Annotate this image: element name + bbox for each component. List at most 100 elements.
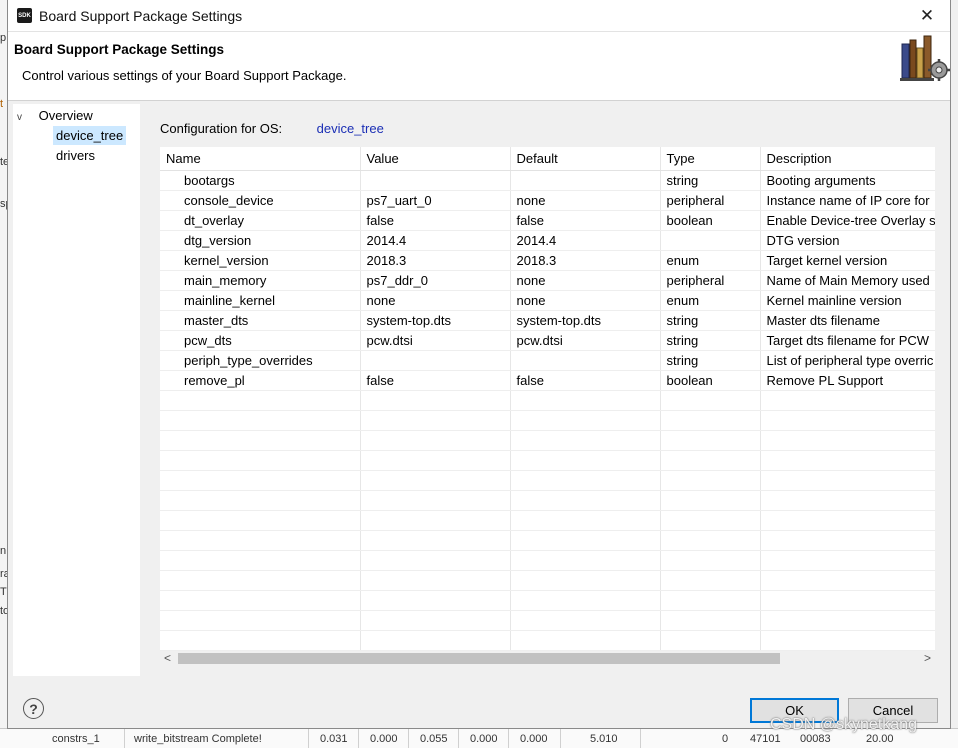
empty-cell — [510, 410, 661, 431]
table-row[interactable]: dtg_version 2014.4 2014.4 DTG version — [160, 230, 935, 251]
column-header-value[interactable]: Value — [360, 147, 511, 171]
column-header-name[interactable]: Name — [160, 147, 361, 171]
cell-value[interactable]: ps7_ddr_0 — [360, 270, 511, 291]
table-row[interactable]: mainline_kernel none none enum Kernel mainli… — [160, 290, 935, 311]
empty-cell — [510, 510, 661, 531]
cell-type: peripheral — [660, 190, 761, 211]
empty-cell — [660, 570, 761, 591]
cell-description: Master dts filename — [760, 310, 935, 331]
empty-cell — [360, 410, 511, 431]
empty-cell — [660, 410, 761, 431]
cell-name: console_device — [160, 190, 361, 211]
empty-cell — [360, 450, 511, 471]
cell-value[interactable]: ps7_uart_0 — [360, 190, 511, 211]
table-row[interactable]: bootargs string Booting arguments — [160, 170, 935, 191]
bg-cell: 5.010 — [590, 733, 618, 745]
cell-value[interactable] — [360, 350, 511, 371]
cell-name: mainline_kernel — [160, 290, 361, 311]
cell-value[interactable]: pcw.dtsi — [360, 330, 511, 351]
cell-value[interactable]: 2014.4 — [360, 230, 511, 251]
cell-default: none — [510, 290, 661, 311]
empty-cell — [760, 410, 935, 431]
cell-value[interactable] — [360, 170, 511, 191]
cell-value[interactable]: false — [360, 210, 511, 231]
table-row[interactable]: main_memory ps7_ddr_0 none peripheral Name o… — [160, 270, 935, 291]
cell-value[interactable]: system-top.dts — [360, 310, 511, 331]
tree-item-overview[interactable]: v Overview — [17, 106, 93, 125]
window-title: Board Support Package Settings — [39, 7, 243, 24]
horizontal-scrollbar[interactable]: < > — [160, 651, 935, 666]
cell-type: peripheral — [660, 270, 761, 291]
empty-cell — [360, 430, 511, 451]
table-row[interactable]: dt_overlay false false boolean Enable Device… — [160, 210, 935, 231]
tree-item-label: device_tree — [56, 128, 124, 143]
table-header-row: Name Value Default Type Description — [160, 147, 935, 171]
cell-value[interactable]: 2018.3 — [360, 250, 511, 271]
empty-cell — [510, 430, 661, 451]
empty-cell — [160, 570, 361, 591]
scrollbar-thumb[interactable] — [178, 653, 780, 664]
empty-cell — [360, 510, 511, 531]
cell-value[interactable]: false — [360, 370, 511, 391]
cell-type: string — [660, 330, 761, 351]
cell-description: DTG version — [760, 230, 935, 251]
empty-cell — [760, 590, 935, 611]
empty-cell — [160, 450, 361, 471]
cell-type — [660, 230, 761, 251]
column-header-type[interactable]: Type — [660, 147, 761, 171]
os-config-label: Configuration for OS: — [160, 121, 283, 136]
empty-cell — [360, 530, 511, 551]
scroll-right-icon[interactable]: > — [924, 651, 931, 665]
empty-cell — [760, 610, 935, 631]
scroll-left-icon[interactable]: < — [164, 651, 171, 665]
table-row[interactable]: kernel_version 2018.3 2018.3 enum Target ker… — [160, 250, 935, 271]
title-bar[interactable]: SDK Board Support Package Settings ✕ — [8, 0, 950, 32]
chevron-down-icon[interactable]: v — [17, 108, 27, 127]
header-title: Board Support Package Settings — [14, 42, 225, 57]
table-row-empty — [160, 610, 935, 631]
empty-cell — [760, 470, 935, 491]
cell-default — [510, 170, 661, 191]
empty-cell — [510, 470, 661, 491]
empty-cell — [160, 410, 361, 431]
os-config-value: device_tree — [316, 121, 384, 136]
tree-item-label: drivers — [56, 148, 96, 163]
bg-cell: write_bitstream Complete! — [134, 733, 262, 745]
empty-cell — [660, 510, 761, 531]
column-header-description[interactable]: Description — [760, 147, 935, 171]
empty-cell — [510, 390, 661, 411]
cell-value[interactable]: none — [360, 290, 511, 311]
watermark: CSDN @skynetkang — [770, 716, 917, 733]
table-row[interactable]: master_dts system-top.dts system-top.dts st… — [160, 310, 935, 331]
settings-panel: Configuration for OS: device_tree Name V… — [145, 104, 950, 676]
empty-cell — [160, 550, 361, 571]
tree-item-device-tree[interactable]: device_tree — [53, 126, 127, 145]
table-row[interactable]: remove_pl false false boolean Remove PL Supp… — [160, 370, 935, 391]
empty-cell — [510, 490, 661, 511]
bg-cell: 0 — [722, 733, 729, 745]
table-row[interactable]: pcw_dts pcw.dtsi pcw.dtsi string Target dts … — [160, 330, 935, 351]
empty-cell — [760, 630, 935, 651]
empty-cell — [660, 430, 761, 451]
cell-description: Kernel mainline version — [760, 290, 935, 311]
cell-default: none — [510, 270, 661, 291]
background-app-right — [950, 0, 958, 728]
column-header-default[interactable]: Default — [510, 147, 661, 171]
empty-cell — [660, 530, 761, 551]
tree-item-drivers[interactable]: drivers — [56, 146, 95, 165]
empty-cell — [360, 470, 511, 491]
cell-default: pcw.dtsi — [510, 330, 661, 351]
empty-cell — [510, 550, 661, 571]
help-icon[interactable]: ? — [23, 698, 44, 719]
empty-cell — [160, 630, 361, 651]
empty-cell — [660, 610, 761, 631]
close-button[interactable]: ✕ — [904, 0, 950, 31]
table-row-empty — [160, 490, 935, 511]
table-row-empty — [160, 530, 935, 551]
table-row[interactable]: periph_type_overrides string List of perip… — [160, 350, 935, 371]
cell-type: boolean — [660, 210, 761, 231]
table-row-empty — [160, 470, 935, 491]
cell-description: Booting arguments — [760, 170, 935, 191]
cell-type: string — [660, 170, 761, 191]
table-row[interactable]: console_device ps7_uart_0 none peripheral In… — [160, 190, 935, 211]
